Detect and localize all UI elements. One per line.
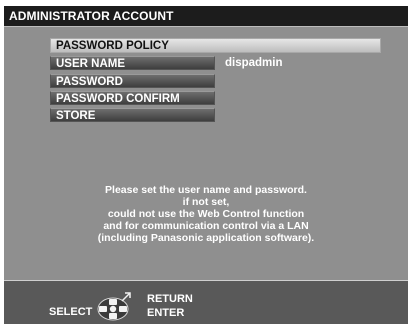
- dpad-icon: [97, 292, 131, 321]
- message-line: and for communication control via a LAN: [103, 220, 309, 232]
- user-name-value: dispadmin: [225, 57, 283, 69]
- message-line: if not set,: [182, 196, 230, 208]
- menu-item-password[interactable]: PASSWORD: [50, 74, 215, 88]
- message-line: Please set the user name and password.: [105, 184, 307, 196]
- message-line: could not use the Web Control function: [107, 208, 305, 220]
- footer-bar: SELECT RETURN ENTER: [4, 281, 408, 324]
- message-line: (including Panasonic application softwar…: [97, 232, 315, 244]
- title-bar: ADMINISTRATOR ACCOUNT: [4, 6, 408, 27]
- osd-menu-screen: ADMINISTRATOR ACCOUNT PASSWORD POLICY US…: [4, 6, 408, 324]
- enter-label: ENTER: [147, 307, 185, 319]
- menu-item-store[interactable]: STORE: [50, 108, 215, 122]
- info-message: Please set the user name and password. i…: [4, 184, 408, 244]
- menu-item-user-name[interactable]: USER NAME: [50, 56, 215, 70]
- menu-item-password-policy[interactable]: PASSWORD POLICY: [50, 38, 381, 53]
- menu-item-password-confirm[interactable]: PASSWORD CONFIRM: [50, 91, 215, 105]
- return-label: RETURN: [147, 293, 193, 305]
- window-title: ADMINISTRATOR ACCOUNT: [9, 9, 174, 23]
- select-label: SELECT: [49, 306, 93, 318]
